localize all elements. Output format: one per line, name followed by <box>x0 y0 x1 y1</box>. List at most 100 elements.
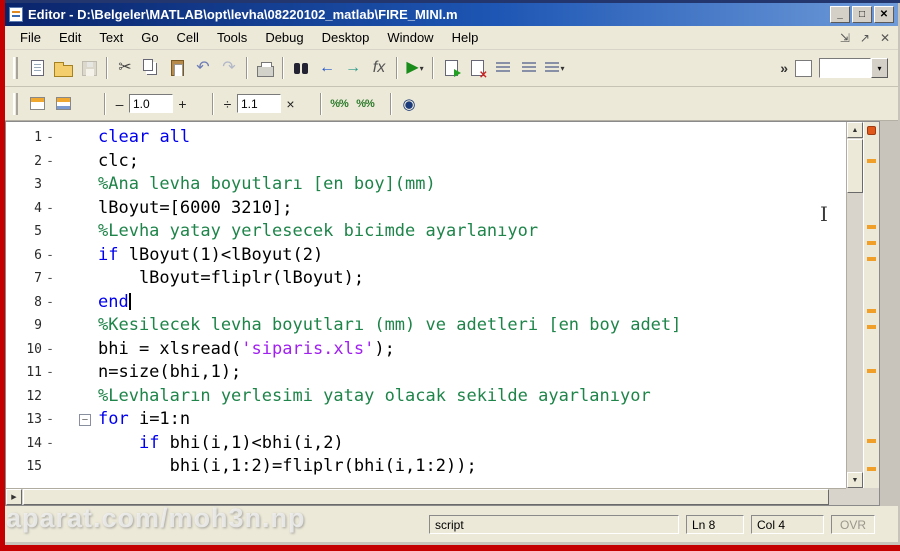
analyzer-marker[interactable] <box>867 369 876 373</box>
vertical-scroll-thumb[interactable] <box>847 139 863 193</box>
code-line[interactable]: 11- n=size(bhi,1); <box>6 361 846 385</box>
new-file-button[interactable] <box>24 55 50 81</box>
find-button[interactable] <box>288 55 314 81</box>
open-file-button[interactable] <box>50 55 76 81</box>
cell-divider-icon <box>29 97 45 110</box>
breakpoint-dash[interactable]: - <box>42 365 58 380</box>
print-button[interactable] <box>252 55 278 81</box>
analyzer-marker[interactable] <box>867 241 876 245</box>
menu-go[interactable]: Go <box>132 27 167 48</box>
code-line[interactable]: 8- end <box>6 291 846 315</box>
code-line[interactable]: 15 bhi(i,1:2)=fliplr(bhi(i,1:2)); <box>6 455 846 479</box>
menu-edit[interactable]: Edit <box>50 27 90 48</box>
code-line[interactable]: 10- bhi = xlsread('siparis.xls'); <box>6 338 846 362</box>
title-bar[interactable]: Editor - D:\Belgeler\MATLAB\opt\levha\08… <box>5 3 898 26</box>
menu-text[interactable]: Text <box>90 27 132 48</box>
dropdown-arrow-icon[interactable]: ▾ <box>420 64 424 73</box>
menu-window[interactable]: Window <box>378 27 442 48</box>
code-line[interactable]: 9 %Kesilecek levha boyutları (mm) ve adet… <box>6 314 846 338</box>
breakpoint-dash[interactable]: - <box>42 248 58 263</box>
analyzer-marker[interactable] <box>867 439 876 443</box>
uncomment-button[interactable] <box>516 55 542 81</box>
breakpoint-dash[interactable]: - <box>42 130 58 145</box>
breakpoint-dash[interactable]: - <box>42 295 58 310</box>
smart-indent-button[interactable]: ▾ <box>542 55 568 81</box>
publish-button[interactable] <box>438 55 464 81</box>
toolbar-overflow-chevron[interactable]: » <box>780 60 788 76</box>
cut-button[interactable]: ✂ <box>112 55 138 81</box>
breakpoint-dash[interactable]: - <box>42 271 58 286</box>
cell-toolbar-grip[interactable] <box>13 92 18 115</box>
stack-dropdown[interactable]: ▾ <box>819 58 888 78</box>
increment-value-button[interactable]: + <box>173 94 192 113</box>
cell-value-input-2[interactable] <box>237 94 281 113</box>
analyzer-status-icon[interactable] <box>867 126 876 135</box>
stack-dropdown-field[interactable] <box>819 58 871 78</box>
menu-desktop[interactable]: Desktop <box>313 27 379 48</box>
menu-tools[interactable]: Tools <box>208 27 256 48</box>
multiply-value-button[interactable]: × <box>281 94 300 113</box>
menu-cell[interactable]: Cell <box>168 27 208 48</box>
code-line[interactable]: 14- if bhi(i,1)<bhi(i,2) <box>6 432 846 456</box>
paste-button[interactable] <box>164 55 190 81</box>
menu-debug[interactable]: Debug <box>256 27 312 48</box>
code-line[interactable]: 7- lBoyut=fliplr(lBoyut); <box>6 267 846 291</box>
breakpoint-dash[interactable]: - <box>42 342 58 357</box>
maximize-button[interactable]: □ <box>852 6 872 23</box>
run-button[interactable]: ▶ ▾ <box>402 55 428 81</box>
publish-cell-button[interactable]: ◉ <box>396 91 422 117</box>
analyzer-marker[interactable] <box>867 225 876 229</box>
analyzer-marker[interactable] <box>867 257 876 261</box>
dropdown-arrow-icon[interactable]: ▾ <box>871 58 888 78</box>
back-button[interactable]: ← <box>314 55 340 81</box>
minimize-button[interactable]: _ <box>830 6 850 23</box>
comment-button[interactable] <box>490 55 516 81</box>
toolbar-grip[interactable] <box>13 57 18 79</box>
dock-icon[interactable]: ⇲ <box>840 31 850 45</box>
undock-icon[interactable]: ↗ <box>860 31 870 45</box>
forward-button[interactable]: → <box>340 55 366 81</box>
close-file-button[interactable] <box>464 55 490 81</box>
vertical-scrollbar[interactable]: ▲ ▼ <box>846 122 863 488</box>
analyzer-marker[interactable] <box>867 159 876 163</box>
code-line[interactable]: 2- clc; <box>6 150 846 174</box>
undo-button[interactable]: ↶ <box>190 55 216 81</box>
code-editor[interactable]: 1- clear all 2- clc; 3 %Ana levha boyutları [… <box>5 121 880 506</box>
breakpoint-dash[interactable]: - <box>42 412 58 427</box>
menu-file[interactable]: File <box>11 27 50 48</box>
close-button[interactable]: ✕ <box>874 6 894 23</box>
code-line[interactable]: 3 %Ana levha boyutları [en boy](mm) <box>6 173 846 197</box>
code-text: bhi(i,1:2)=fliplr(bhi(i,1:2)); <box>98 455 477 479</box>
code-line[interactable]: 6- if lBoyut(1)<lBoyut(2) <box>6 244 846 268</box>
dropdown-arrow-icon[interactable]: ▾ <box>560 64 564 73</box>
code-area[interactable]: 1- clear all 2- clc; 3 %Ana levha boyutları [… <box>6 122 846 488</box>
analyzer-marker[interactable] <box>867 467 876 471</box>
publish-icon <box>444 60 461 77</box>
insert-cell-divider-button[interactable] <box>24 91 50 117</box>
breakpoint-dash[interactable]: - <box>42 154 58 169</box>
insert-cell-dividers-button[interactable] <box>50 91 76 117</box>
code-line[interactable]: 5 %Levha yatay yerlesecek bicimde ayarlan… <box>6 220 846 244</box>
evaluate-cell-advance-button[interactable]: %% <box>352 91 378 117</box>
code-line[interactable]: 4- lBoyut=[6000 3210]; <box>6 197 846 221</box>
close-pane-icon[interactable]: ✕ <box>880 31 890 45</box>
function-browser-button[interactable]: fx <box>366 55 392 81</box>
line-number: 15 <box>26 459 42 475</box>
layout-box-icon[interactable] <box>795 59 812 77</box>
code-line[interactable]: 1- clear all <box>6 126 846 150</box>
analyzer-marker[interactable] <box>867 325 876 329</box>
breakpoint-dash[interactable]: - <box>42 436 58 451</box>
breakpoint-dash[interactable]: - <box>42 201 58 216</box>
code-line[interactable]: 13- – for i=1:n <box>6 408 846 432</box>
menu-help[interactable]: Help <box>443 27 488 48</box>
analyzer-marker[interactable] <box>867 309 876 313</box>
fold-minus-icon[interactable]: – <box>79 413 91 426</box>
divide-value-button[interactable]: ÷ <box>218 94 237 113</box>
code-line[interactable]: 12 %Levhaların yerlesimi yatay olacak sek… <box>6 385 846 409</box>
scroll-down-button[interactable]: ▼ <box>847 472 863 488</box>
cell-value-input-1[interactable] <box>129 94 173 113</box>
decrement-value-button[interactable]: – <box>110 94 129 113</box>
evaluate-cell-button[interactable]: %% <box>326 91 352 117</box>
copy-button[interactable] <box>138 55 164 81</box>
scroll-up-button[interactable]: ▲ <box>847 122 863 138</box>
